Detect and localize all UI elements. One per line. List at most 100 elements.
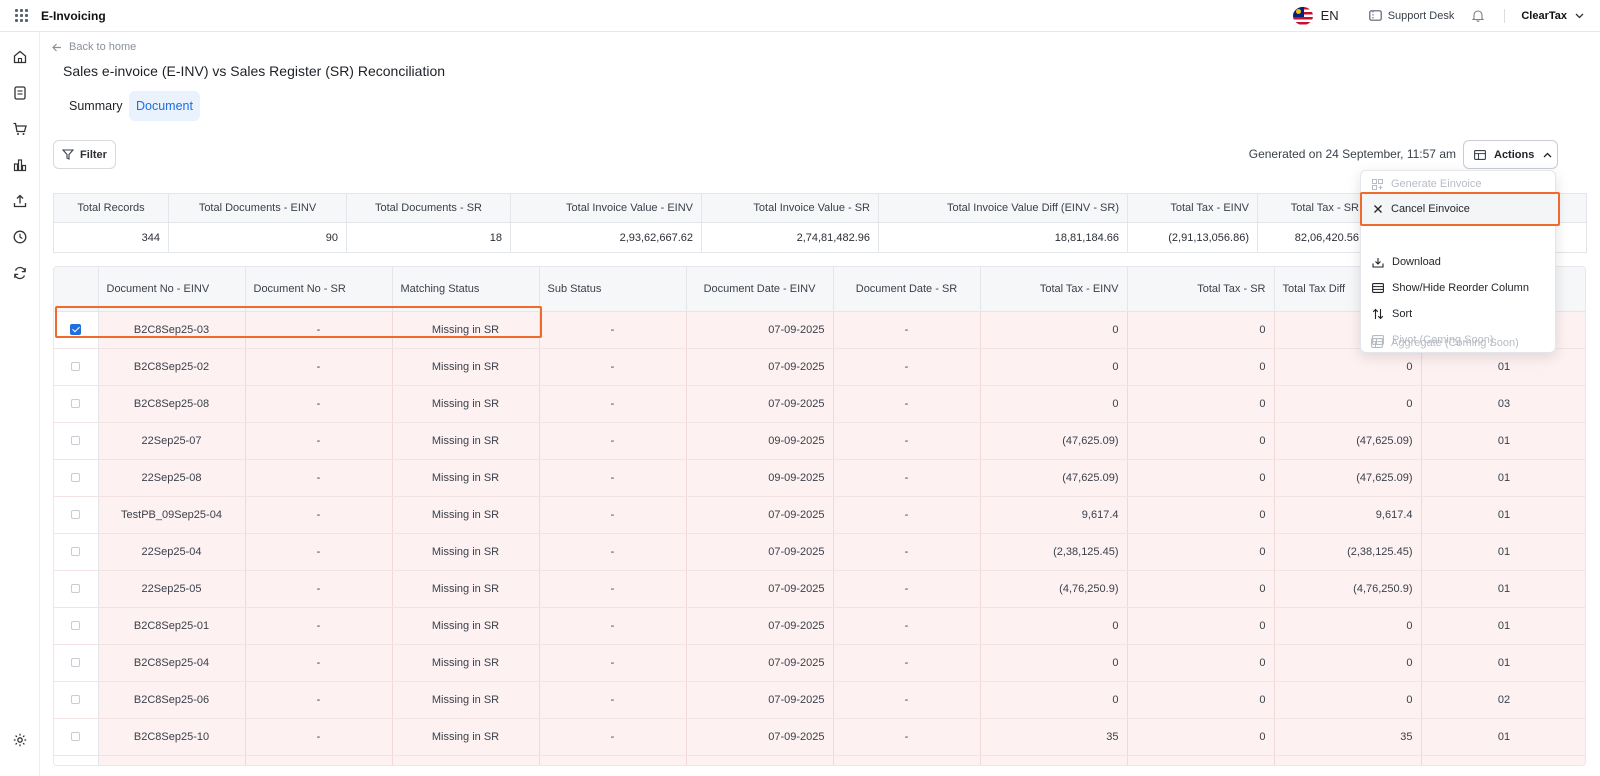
bell-icon[interactable] bbox=[1472, 9, 1485, 22]
row-select-cell bbox=[54, 311, 99, 349]
settings-gear-icon[interactable] bbox=[12, 732, 28, 748]
menu-item-aggregate[interactable]: Aggregate (Coming Soon) bbox=[1360, 330, 1556, 356]
table-cell: - bbox=[833, 607, 981, 645]
home-icon[interactable] bbox=[12, 49, 28, 65]
back-to-home-link[interactable]: Back to home bbox=[52, 41, 136, 53]
table-cell: B2C8Sep25-10 bbox=[98, 718, 246, 756]
table-cell: - bbox=[833, 311, 981, 349]
menu-item-label: Aggregate (Coming Soon) bbox=[1391, 337, 1519, 349]
chevron-down-icon[interactable] bbox=[1575, 13, 1584, 19]
row-checkbox[interactable] bbox=[71, 362, 81, 372]
table-row[interactable]: B2C8Sep25-06- Missing in SR -07-09-2025-0 0… bbox=[54, 681, 1585, 719]
tab-document[interactable]: Document bbox=[129, 91, 200, 121]
menu-item-label: Generate Einvoice bbox=[1391, 178, 1482, 190]
column-header[interactable]: Matching Status bbox=[392, 267, 540, 312]
chart-icon[interactable] bbox=[12, 157, 28, 173]
column-header[interactable]: Document No - EINV bbox=[98, 267, 246, 312]
table-cell: 0 bbox=[1274, 607, 1422, 645]
row-checkbox[interactable] bbox=[70, 324, 82, 336]
sync-icon[interactable] bbox=[12, 265, 28, 281]
row-checkbox[interactable] bbox=[71, 436, 81, 446]
org-switcher[interactable]: ClearTax bbox=[1521, 10, 1567, 22]
menu-item-download[interactable]: Download bbox=[1361, 249, 1557, 275]
actions-button[interactable]: Actions bbox=[1463, 140, 1558, 169]
table-cell: 07-09-2025 bbox=[686, 681, 834, 719]
left-nav-rail bbox=[0, 32, 40, 776]
row-select-cell bbox=[54, 755, 99, 765]
apps-grid-icon[interactable] bbox=[15, 8, 29, 23]
column-header[interactable]: Total Tax - SR bbox=[1127, 267, 1275, 312]
row-checkbox[interactable] bbox=[71, 473, 81, 483]
generate-icon bbox=[1372, 178, 1383, 190]
sort-icon bbox=[1372, 308, 1384, 320]
table-cell: - bbox=[245, 718, 393, 756]
table-cell: (47,625.09) bbox=[1274, 459, 1422, 497]
language-flag-icon[interactable] bbox=[1292, 6, 1313, 25]
table-cell: - bbox=[539, 644, 687, 682]
column-header-select bbox=[54, 267, 99, 312]
table-row[interactable]: B2C8Sep25-02- Missing in SR -07-09-2025-0 0… bbox=[54, 348, 1585, 386]
table-cell: 0 bbox=[1274, 644, 1422, 682]
row-checkbox[interactable] bbox=[71, 695, 81, 705]
summary-header: Total Documents - EINV bbox=[168, 193, 347, 223]
table-cell: - bbox=[245, 644, 393, 682]
table-cell: 0 bbox=[1127, 385, 1275, 423]
row-checkbox[interactable] bbox=[71, 732, 81, 742]
row-checkbox[interactable] bbox=[71, 547, 81, 557]
column-header[interactable]: Document Date - SR bbox=[833, 267, 981, 312]
table-cell: 01 bbox=[1421, 459, 1585, 497]
history-icon[interactable] bbox=[12, 229, 28, 245]
column-header[interactable]: Document No - SR bbox=[245, 267, 393, 312]
table-row[interactable]: 22Sep25-05- Missing in SR -07-09-2025- (4,7… bbox=[54, 570, 1585, 608]
table-row[interactable]: 22Sep25-04- Missing in SR -07-09-2025- (2,3… bbox=[54, 533, 1585, 571]
table-cell: 01 bbox=[1421, 570, 1585, 608]
table-row[interactable]: 22Sep25-07- Missing in SR -09-09-2025- (47,… bbox=[54, 422, 1585, 460]
cart-icon[interactable] bbox=[12, 121, 28, 137]
table-cell: - bbox=[833, 348, 981, 386]
table-cell: - bbox=[833, 681, 981, 719]
table-row[interactable]: B2C8Sep25-01- Missing in SR -07-09-2025-0 0… bbox=[54, 607, 1585, 645]
support-desk-link[interactable]: Support Desk bbox=[1368, 10, 1454, 22]
menu-item-sort[interactable]: Sort bbox=[1361, 301, 1557, 327]
row-checkbox[interactable] bbox=[71, 584, 81, 594]
row-checkbox[interactable] bbox=[71, 621, 81, 631]
table-row[interactable]: 22Sep25-08- Missing in SR -09-09-2025- (47,… bbox=[54, 459, 1585, 497]
menu-item-label: Sort bbox=[1392, 308, 1413, 320]
table-cell bbox=[392, 755, 540, 765]
table-cell: 0 bbox=[980, 348, 1128, 386]
column-header[interactable]: Total Tax - EINV bbox=[980, 267, 1128, 312]
table-cell: B2C8Sep25-08 bbox=[98, 385, 246, 423]
row-checkbox[interactable] bbox=[71, 399, 81, 409]
menu-item-cancel-einvoice[interactable]: Cancel Einvoice bbox=[1360, 192, 1560, 226]
column-header[interactable]: Sub Status bbox=[539, 267, 687, 312]
table-cell: 9,617.4 bbox=[1274, 496, 1422, 534]
table-cell: 9,617.4 bbox=[980, 496, 1128, 534]
table-cell: 07-09-2025 bbox=[686, 496, 834, 534]
table-row[interactable]: TestPB_09Sep25-04- Missing in SR -07-09-20… bbox=[54, 496, 1585, 534]
table-cell: Missing in SR bbox=[392, 422, 540, 460]
menu-item-show-hide-columns[interactable]: Show/Hide Reorder Column bbox=[1361, 275, 1557, 301]
summary-value: 2,93,62,667.62 bbox=[510, 222, 702, 253]
table-cell: 0 bbox=[1127, 681, 1275, 719]
row-select-cell bbox=[54, 459, 99, 497]
row-checkbox[interactable] bbox=[71, 510, 81, 520]
table-cell: Missing in SR bbox=[392, 533, 540, 571]
table-row[interactable]: B2C8Sep25-04- Missing in SR -07-09-2025-0 0… bbox=[54, 644, 1585, 682]
table-cell: - bbox=[245, 533, 393, 571]
column-header[interactable]: Document Date - EINV bbox=[686, 267, 834, 312]
table-cell bbox=[98, 755, 246, 765]
document-icon[interactable] bbox=[12, 85, 28, 101]
table-row[interactable]: B2C8Sep25-08- Missing in SR -07-09-2025-0 0… bbox=[54, 385, 1585, 423]
table-cell: TestPB_09Sep25-04 bbox=[98, 496, 246, 534]
menu-item-label: Download bbox=[1392, 256, 1441, 268]
table-row[interactable] bbox=[54, 755, 1585, 765]
upload-icon[interactable] bbox=[12, 193, 28, 209]
filter-button[interactable]: Filter bbox=[53, 140, 116, 169]
table-row[interactable]: B2C8Sep25-03- Missing in SR -07-09-2025-0 0 bbox=[54, 311, 1585, 349]
row-checkbox[interactable] bbox=[71, 658, 81, 668]
table-row[interactable]: B2C8Sep25-10- Missing in SR -07-09-2025-35… bbox=[54, 718, 1585, 756]
tab-summary[interactable]: Summary bbox=[62, 91, 129, 121]
table-cell: 07-09-2025 bbox=[686, 533, 834, 571]
language-label[interactable]: EN bbox=[1321, 8, 1339, 23]
table-cell: 0 bbox=[1274, 681, 1422, 719]
